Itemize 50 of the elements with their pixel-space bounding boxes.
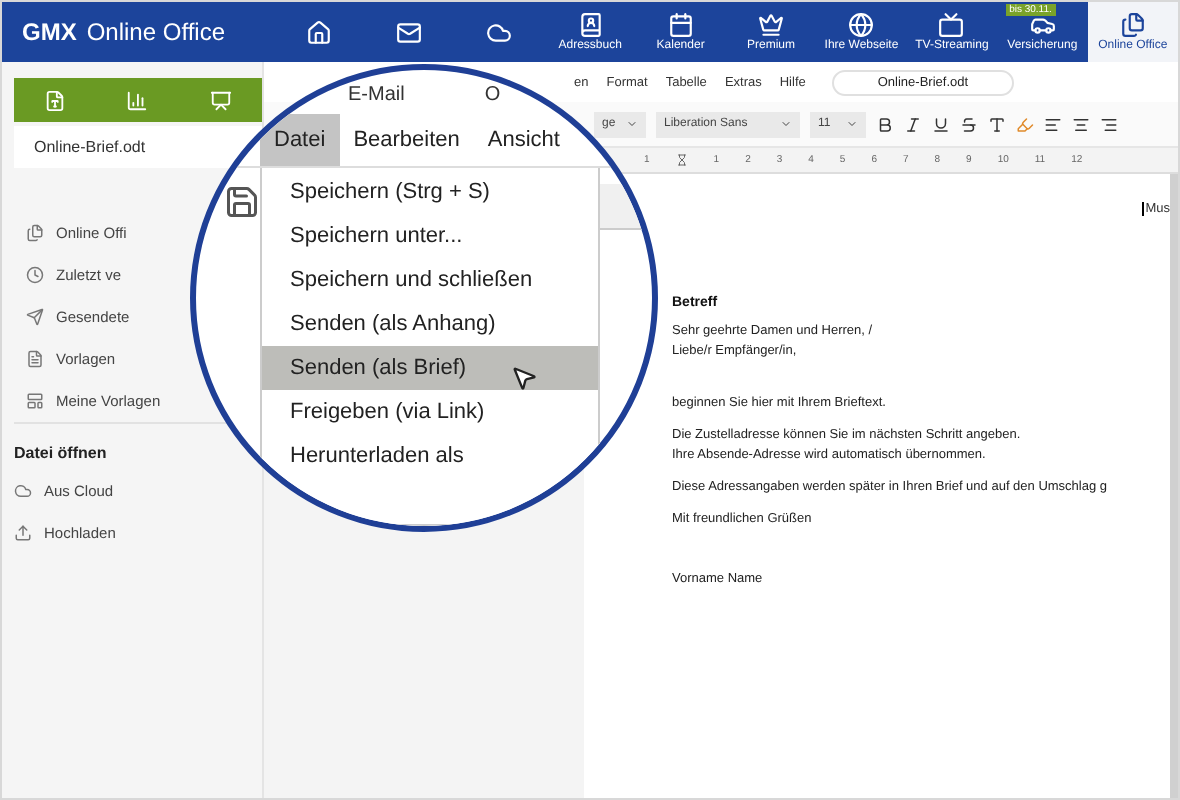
file-name: Online-Brief.odt (14, 126, 262, 168)
section-title: Datei öffnen (12, 442, 109, 466)
align-left-icon[interactable] (1044, 115, 1062, 133)
menu-option[interactable]: Speichern (Strg + S) (262, 170, 598, 214)
align-center-icon[interactable] (1072, 115, 1090, 133)
upload-icon (14, 524, 32, 542)
menu-option[interactable]: Senden (als Anhang) (262, 302, 598, 346)
crown-icon (758, 12, 785, 38)
calendar-icon (667, 12, 694, 38)
presentation-icon[interactable] (209, 89, 232, 111)
menu-option[interactable]: Speichern unter... (262, 214, 598, 258)
caret-icon (846, 118, 858, 130)
tab-label[interactable]: E-Mail (348, 84, 405, 106)
italic-icon[interactable] (904, 115, 922, 133)
cloud-icon (14, 482, 32, 500)
tab-label[interactable]: O (484, 84, 501, 106)
cloud-icon (486, 19, 513, 45)
bold-icon[interactable] (876, 115, 894, 133)
highlighter-icon[interactable] (1016, 115, 1034, 133)
documents-icon (1119, 12, 1146, 38)
bar-chart-icon[interactable] (126, 89, 149, 111)
globe-icon (848, 12, 875, 38)
menu-item[interactable]: Datei (260, 114, 340, 166)
tv-icon (938, 12, 965, 38)
envelope-icon (396, 19, 423, 45)
template-icon (26, 392, 44, 410)
product-name: Online Office (86, 18, 225, 46)
underline-icon[interactable] (932, 115, 950, 133)
caret-icon (626, 118, 638, 130)
template-icon (26, 350, 44, 368)
mouse-cursor-icon (510, 364, 538, 392)
clock-icon (26, 266, 44, 284)
indent-marker-icon[interactable] (675, 154, 688, 166)
save-icon[interactable] (224, 184, 260, 220)
font-color-icon[interactable] (988, 115, 1006, 133)
send-icon (26, 308, 44, 326)
menu-option[interactable]: Herunterladen als (262, 434, 598, 478)
menu-option[interactable]: Senden (als Brief) (262, 346, 598, 390)
menu-option[interactable]: Freigeben (via Link) (262, 390, 598, 434)
align-right-icon[interactable] (1100, 115, 1118, 133)
menu-item[interactable]: Ansicht (473, 114, 574, 166)
documents-icon (26, 224, 44, 242)
menu-item[interactable]: Bearbeiten (339, 114, 474, 166)
text-document-icon[interactable] (44, 89, 67, 111)
caret-icon (780, 118, 792, 130)
strikethrough-icon[interactable] (960, 115, 978, 133)
menu-option[interactable]: Speichern und schließen (262, 258, 598, 302)
logo: GMX (22, 18, 77, 46)
address-book-icon (577, 12, 604, 38)
home-icon (305, 19, 332, 45)
